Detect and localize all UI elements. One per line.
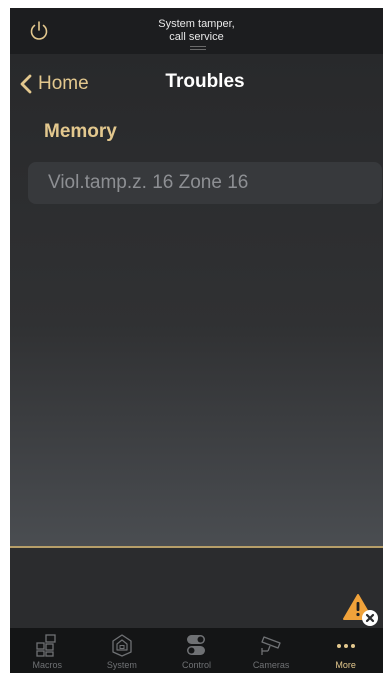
page-title: Troubles: [165, 71, 245, 92]
back-button[interactable]: Home: [18, 70, 89, 98]
tab-bar: Macros System Control Cameras More: [10, 628, 383, 673]
tab-system[interactable]: System: [85, 628, 160, 673]
tab-label: Cameras: [252, 660, 290, 670]
tab-label: Control: [181, 660, 211, 670]
tab-macros[interactable]: Macros: [10, 628, 85, 673]
list-item[interactable]: Viol.tamp.z. 16 Zone 16: [28, 162, 382, 204]
lower-panel: [10, 548, 383, 628]
tab-label: Macros: [32, 660, 63, 670]
power-icon[interactable]: [28, 20, 50, 42]
more-dots-icon: [336, 644, 355, 648]
chevron-left-icon: [20, 74, 32, 94]
status-bar: System tamper, call service: [10, 8, 383, 54]
tab-label: More: [335, 660, 356, 670]
main-content: Home Troubles Memory Viol.tamp.z. 16 Zon…: [10, 54, 383, 546]
tab-label: System: [106, 660, 137, 670]
tab-more[interactable]: More: [308, 628, 383, 673]
system-house-lock-icon: [112, 634, 132, 657]
back-label: Home: [38, 73, 89, 94]
tab-control[interactable]: Control: [159, 628, 234, 673]
macros-grid-icon: [36, 634, 56, 657]
status-message: System tamper, call service: [158, 18, 235, 43]
drag-handle[interactable]: [190, 46, 206, 52]
control-toggles-icon: [187, 635, 206, 655]
list-item-label: Viol.tamp.z. 16 Zone 16: [48, 172, 249, 193]
camera-icon: [261, 636, 281, 655]
warning-alert-icon[interactable]: [343, 593, 379, 627]
tab-cameras[interactable]: Cameras: [234, 628, 309, 673]
app-screen: System tamper, call service Home Trouble…: [10, 8, 383, 673]
section-title: Memory: [44, 121, 117, 142]
